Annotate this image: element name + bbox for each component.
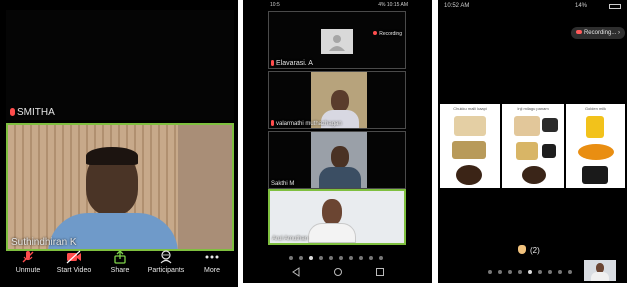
participant-name: valarmathi muthazhagan xyxy=(271,120,342,127)
self-view-thumbnail[interactable] xyxy=(584,260,616,281)
person-head xyxy=(322,199,342,225)
status-battery: 4% 10:15 AM xyxy=(378,2,408,8)
participant-tile-active[interactable]: Suthindhiran K xyxy=(6,123,234,251)
status-bar: 10:5 4% 10:15 AM xyxy=(243,0,432,10)
participants-icon xyxy=(160,250,172,264)
participant-tile-3[interactable]: Sakthi M xyxy=(268,131,406,189)
more-icon xyxy=(205,255,219,259)
person-hair xyxy=(86,147,138,165)
unmute-button[interactable]: Unmute xyxy=(4,250,52,274)
more-label: More xyxy=(204,267,220,274)
video-wall xyxy=(178,125,232,249)
left-meeting-panel: SMITHA Suthindhiran K Unmute Start Video xyxy=(0,0,238,287)
cloud-record-icon xyxy=(575,30,582,34)
mic-muted-icon xyxy=(22,251,34,263)
participant-name: Suthindhiran K xyxy=(11,237,77,248)
recording-indicator: Recording xyxy=(373,31,402,37)
ginger-image xyxy=(514,116,540,136)
turmeric-image xyxy=(578,144,614,160)
person-body xyxy=(591,272,609,281)
mic-muted-icon xyxy=(271,60,274,66)
jaggery-image xyxy=(456,165,482,185)
participant-name: Arul Amuthan xyxy=(272,236,309,242)
raised-hands-count: (2) xyxy=(530,246,540,255)
middle-meeting-panel: 10:5 4% 10:15 AM Recording Elavarasi. A … xyxy=(243,0,432,283)
video-off-icon xyxy=(66,250,81,264)
participants-label: Participants xyxy=(147,267,185,274)
ginger-image xyxy=(454,116,486,136)
recent-apps-icon[interactable] xyxy=(375,267,385,277)
right-meeting-panel: 10:52 AM 14% Recording... › Chukku malli… xyxy=(438,0,627,283)
status-battery: 14% xyxy=(574,3,587,9)
record-icon xyxy=(373,31,378,35)
shared-card-2: Inji milagu panam xyxy=(502,104,564,188)
unmute-label: Unmute xyxy=(15,267,41,274)
start-video-button[interactable]: Start Video xyxy=(50,250,98,274)
card-title: Chukku malli kaapi xyxy=(453,106,487,111)
status-time: 10:52 AM xyxy=(444,3,470,9)
shared-card-1: Chukku malli kaapi xyxy=(440,104,500,188)
share-icon xyxy=(114,250,126,264)
start-video-label: Start Video xyxy=(56,267,92,274)
person-body xyxy=(308,223,356,243)
participant-name: Elavarasi. A xyxy=(271,60,313,67)
person-head xyxy=(331,146,349,168)
mic-muted-icon xyxy=(10,108,15,116)
pepper-image xyxy=(542,144,556,158)
card-title: Inji milagu panam xyxy=(517,106,549,111)
participant-tile-1[interactable]: Recording Elavarasi. A xyxy=(268,11,406,69)
pepper-image xyxy=(542,118,558,132)
back-icon[interactable] xyxy=(291,267,301,277)
seeds-image xyxy=(452,141,486,159)
pepper-image xyxy=(582,166,608,184)
avatar-placeholder xyxy=(321,29,353,54)
spice-image xyxy=(516,142,538,160)
participants-button[interactable]: Participants xyxy=(142,250,190,274)
person-silhouette-icon xyxy=(329,35,345,51)
recording-badge[interactable]: Recording... › xyxy=(570,27,625,39)
participant-tile-4[interactable]: Arul Amuthan xyxy=(268,189,406,245)
palm-sugar-image xyxy=(522,166,546,184)
chevron-right-icon: › xyxy=(618,30,620,36)
share-button[interactable]: Share xyxy=(96,250,144,274)
participant-name: Sakthi M xyxy=(271,181,295,187)
status-bar: 10:52 AM 14% xyxy=(438,0,627,12)
status-time: 10:5 xyxy=(270,2,280,8)
shared-card-3: Golden milk xyxy=(566,104,625,188)
person-body xyxy=(319,167,361,188)
raise-hand-indicator[interactable]: (2) xyxy=(518,245,540,255)
participant-tile-2[interactable]: valarmathi muthazhagan xyxy=(268,71,406,129)
person-head xyxy=(331,90,349,112)
participant-name: SMITHA xyxy=(10,107,55,118)
more-button[interactable]: More xyxy=(188,250,236,274)
mic-muted-icon xyxy=(271,120,274,126)
home-icon[interactable] xyxy=(333,267,343,277)
card-title: Golden milk xyxy=(584,106,607,111)
battery-icon xyxy=(609,4,621,9)
share-label: Share xyxy=(110,267,130,274)
participant-tile-top[interactable]: SMITHA xyxy=(6,10,234,120)
raised-hand-icon xyxy=(518,245,526,254)
golden-milk-image xyxy=(586,116,604,138)
